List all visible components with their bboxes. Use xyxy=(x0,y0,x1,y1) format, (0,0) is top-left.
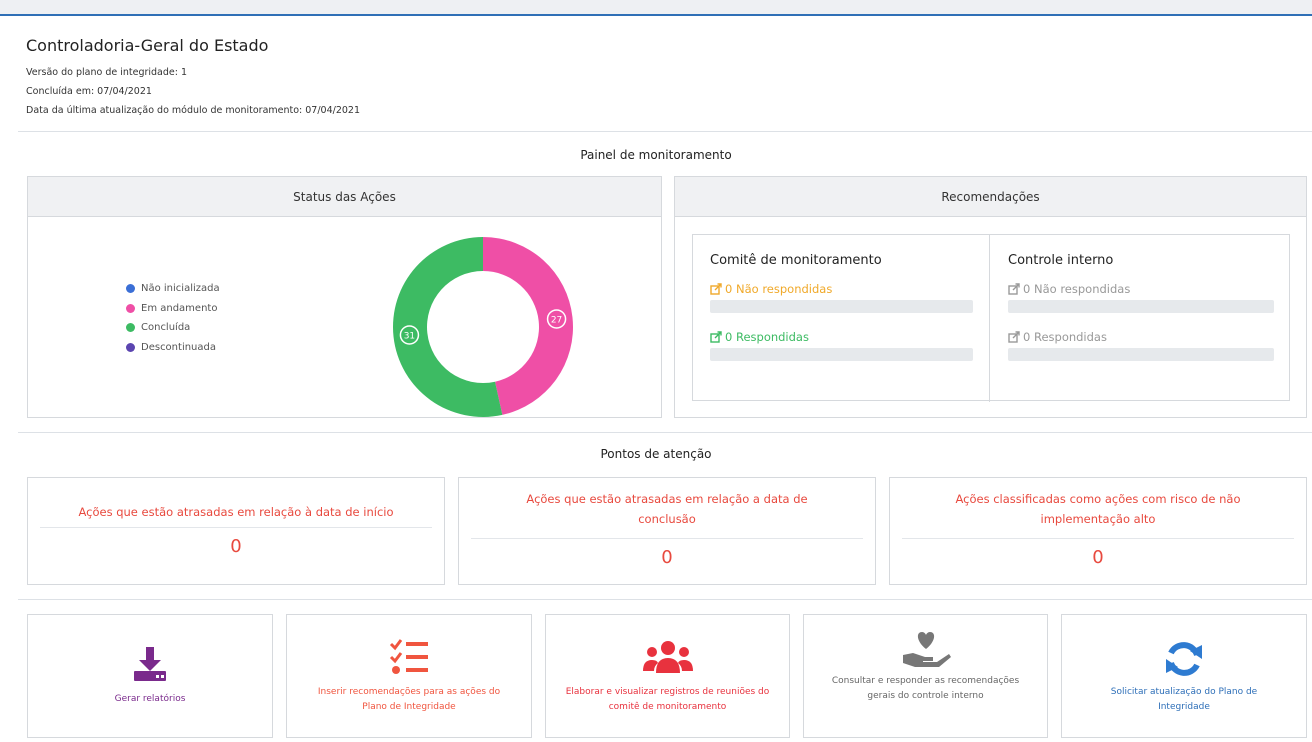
internal-control-column: Controle interno 0 Não respondidas 0 Res… xyxy=(991,235,1289,402)
committee-not-answered-bar xyxy=(710,300,973,313)
action-label: Inserir recomendações para as ações do P… xyxy=(317,687,501,712)
external-edit-icon xyxy=(710,331,722,343)
recommendations-panel: Recomendações Comitê de monitoramento 0 … xyxy=(674,176,1307,418)
legend-swatch xyxy=(126,284,135,294)
legend-item[interactable]: Descontinuada xyxy=(126,338,220,358)
attention-card-value: 0 xyxy=(661,547,673,568)
download-icon xyxy=(134,647,166,681)
legend-swatch xyxy=(126,342,135,352)
committee-answered-bar xyxy=(710,348,973,361)
plan-version: Versão do plano de integridade: 1 xyxy=(26,67,188,78)
attention-card-rule xyxy=(471,538,863,539)
attention-card-rule xyxy=(902,538,1294,539)
generate-reports-button[interactable]: Gerar relatórios xyxy=(27,614,273,738)
external-edit-icon xyxy=(1008,283,1020,295)
internal-answered-label: 0 Respondidas xyxy=(1023,330,1107,344)
committee-not-answered-label: 0 Não respondidas xyxy=(725,282,833,296)
legend-label: Em andamento xyxy=(141,302,218,314)
top-strip xyxy=(0,0,1312,14)
divider xyxy=(18,131,1312,132)
legend-item[interactable]: Em andamento xyxy=(126,299,220,319)
refresh-icon xyxy=(1166,642,1202,676)
action-label: Solicitar atualização do Plano de Integr… xyxy=(1110,687,1258,712)
internal-control-recommendations-button[interactable]: Consultar e responder as recomendações g… xyxy=(803,614,1048,738)
donut-value-label: 27 xyxy=(551,315,562,325)
attention-title: Pontos de atenção xyxy=(600,447,712,461)
divider xyxy=(18,599,1312,600)
legend-label: Não inicializada xyxy=(141,283,220,295)
internal-not-answered-link[interactable]: 0 Não respondidas xyxy=(1008,282,1289,296)
committee-column: Comitê de monitoramento 0 Não respondida… xyxy=(693,235,990,402)
chart-legend: Não inicializada Em andamento Concluída … xyxy=(126,279,220,357)
plan-header: Controladoria-Geral do Estado Versão do … xyxy=(0,16,1312,133)
attention-card-text: Ações classificadas como ações com risco… xyxy=(955,492,1241,526)
internal-not-answered-bar xyxy=(1008,300,1274,313)
request-plan-update-button[interactable]: Solicitar atualização do Plano de Integr… xyxy=(1061,614,1307,738)
action-label: Consultar e responder as recomendações g… xyxy=(831,676,1020,701)
internal-answered-link[interactable]: 0 Respondidas xyxy=(1008,330,1289,344)
external-edit-icon xyxy=(1008,331,1020,343)
committee-meetings-button[interactable]: Elaborar e visualizar registros de reuni… xyxy=(545,614,790,738)
legend-swatch xyxy=(126,303,135,313)
status-panel: Status das Ações Não inicializada Em and… xyxy=(27,176,662,418)
checklist-icon xyxy=(389,639,428,674)
insert-recommendations-button[interactable]: Inserir recomendações para as ações do P… xyxy=(286,614,532,738)
users-icon xyxy=(642,641,693,673)
legend-swatch xyxy=(126,323,135,333)
legend-label: Concluída xyxy=(141,322,191,334)
hand-heart-icon xyxy=(902,632,951,667)
attention-card-text: Ações que estão atrasadas em relação à d… xyxy=(78,505,394,519)
recommendations-box: Comitê de monitoramento 0 Não respondida… xyxy=(692,234,1290,402)
committee-answered-label: 0 Respondidas xyxy=(725,330,809,344)
divider xyxy=(18,432,1312,433)
monitoring-page: Controladoria-Geral do Estado Versão do … xyxy=(0,14,1312,742)
attention-card-text: Ações que estão atrasadas em relação a d… xyxy=(526,492,808,526)
legend-label: Descontinuada xyxy=(141,341,216,353)
internal-answered-bar xyxy=(1008,348,1274,361)
internal-control-title: Controle interno xyxy=(1008,253,1114,268)
recommendations-panel-title: Recomendações xyxy=(675,177,1306,217)
plan-concluded-date: Concluída em: 07/04/2021 xyxy=(26,86,152,97)
committee-answered-link[interactable]: 0 Respondidas xyxy=(710,330,989,344)
attention-card-rule xyxy=(40,527,432,528)
legend-item[interactable]: Não inicializada xyxy=(126,279,220,299)
committee-not-answered-link[interactable]: 0 Não respondidas xyxy=(710,282,989,296)
legend-item[interactable]: Concluída xyxy=(126,318,220,338)
action-label: Elaborar e visualizar registros de reuni… xyxy=(565,687,770,712)
plan-updated-date: Data da última atualização do módulo de … xyxy=(26,105,361,116)
committee-title: Comitê de monitoramento xyxy=(710,253,882,268)
status-donut-chart: 27 31 xyxy=(392,237,573,417)
monitoring-panel-title: Painel de monitoramento xyxy=(580,148,732,162)
attention-card-value: 0 xyxy=(230,536,242,557)
internal-not-answered-label: 0 Não respondidas xyxy=(1023,282,1131,296)
action-label: Gerar relatórios xyxy=(114,694,186,704)
external-edit-icon xyxy=(710,283,722,295)
status-panel-title: Status das Ações xyxy=(28,177,661,217)
attention-card[interactable]: Ações classificadas como ações com risco… xyxy=(889,477,1307,585)
attention-card-value: 0 xyxy=(1092,547,1104,568)
org-title: Controladoria-Geral do Estado xyxy=(26,36,269,55)
attention-card[interactable]: Ações que estão atrasadas em relação à d… xyxy=(27,477,445,585)
donut-value-label: 31 xyxy=(404,332,415,342)
attention-card[interactable]: Ações que estão atrasadas em relação a d… xyxy=(458,477,876,585)
